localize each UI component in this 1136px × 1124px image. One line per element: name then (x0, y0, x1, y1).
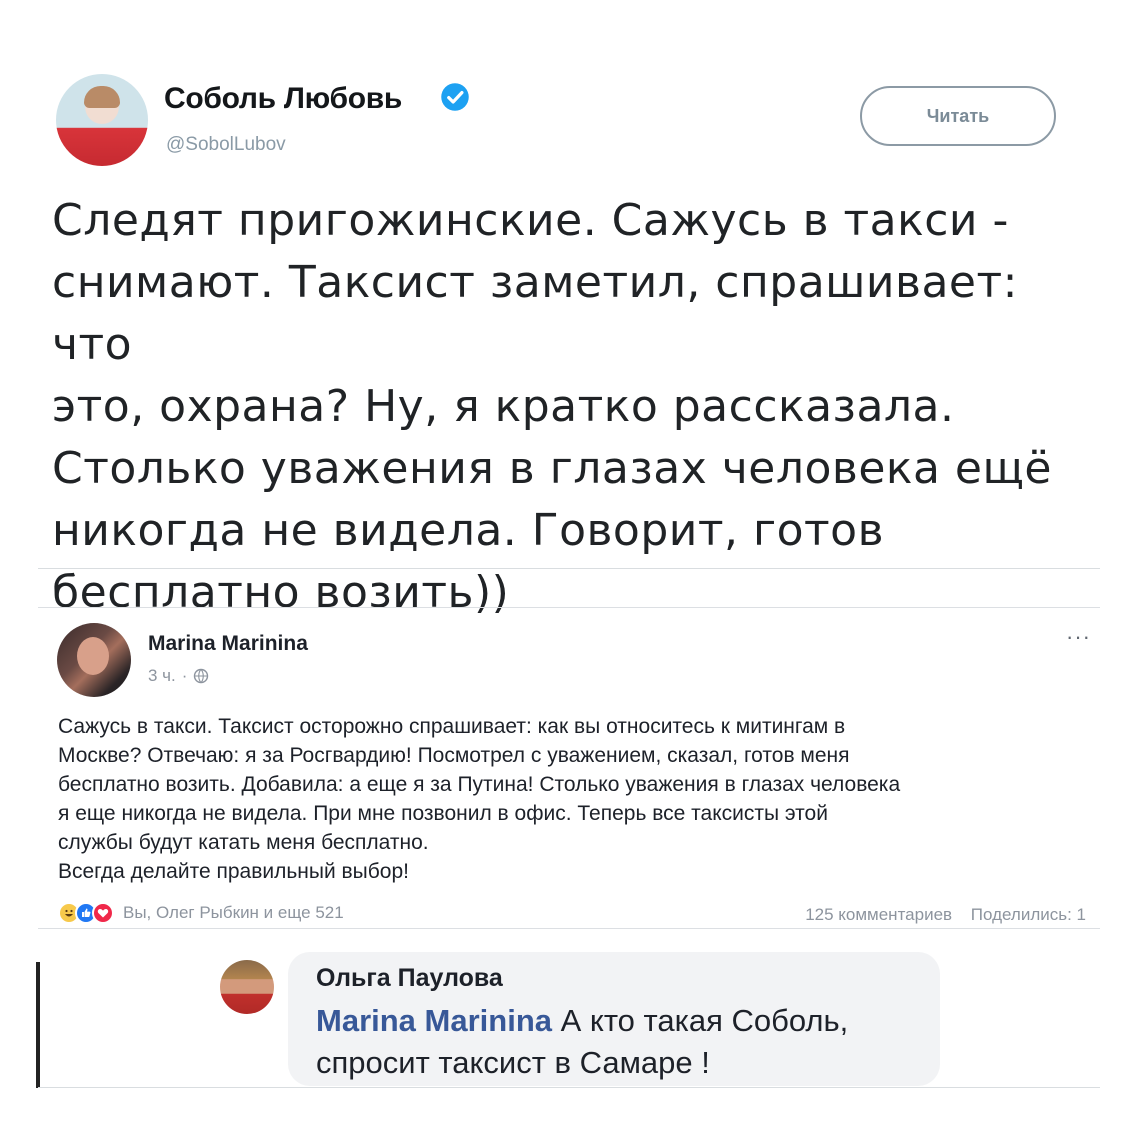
post-meta: 3 ч. · (148, 666, 209, 686)
comments-count-link[interactable]: 125 комментариев (805, 905, 952, 924)
avatar-face (77, 637, 109, 675)
tweet-text: Следят пригожинские. Сажусь в такси - сн… (52, 195, 1052, 618)
twitter-avatar[interactable] (56, 74, 148, 166)
twitter-display-name[interactable]: Соболь Любовь (164, 82, 402, 116)
post-timestamp[interactable]: 3 ч. (148, 666, 176, 686)
facebook-post: Marina Marinina 3 ч. · ··· Сажусь в такс… (38, 607, 1100, 929)
comment-author[interactable]: Ольга Паулова (316, 964, 503, 993)
globe-icon (194, 668, 209, 684)
engagement-counts: 125 комментариев Поделились: 1 (791, 905, 1086, 925)
facebook-post-text: Сажусь в такси. Таксист осторожно спраши… (58, 715, 901, 883)
bottom-divider (38, 1087, 1100, 1088)
comment-text: Marina Marinina А кто такая Соболь, спро… (316, 1000, 926, 1084)
comment-bubble: Ольга Паулова Marina Marinina А кто така… (288, 952, 940, 1086)
tweet-card: Соболь Любовь @SobolLubov Читать Следят … (38, 60, 1100, 618)
more-options-icon[interactable]: ··· (1066, 626, 1091, 648)
facebook-author-name[interactable]: Marina Marinina (148, 632, 308, 656)
twitter-handle[interactable]: @SobolLubov (166, 134, 286, 156)
love-reaction-icon (92, 902, 114, 924)
facebook-avatar[interactable] (57, 623, 131, 697)
reactions-text[interactable]: Вы, Олег Рыбкин и еще 521 (123, 903, 344, 923)
avatar-hair (84, 86, 120, 108)
section-divider (38, 568, 1100, 569)
reactions-summary[interactable]: Вы, Олег Рыбкин и еще 521 (58, 902, 344, 924)
follow-button[interactable]: Читать (860, 86, 1056, 146)
verified-badge-icon (441, 83, 469, 111)
left-border-rule (36, 962, 40, 1088)
shares-count-link[interactable]: Поделились: 1 (971, 905, 1086, 924)
commenter-avatar[interactable] (220, 960, 274, 1014)
meta-separator: · (181, 666, 188, 685)
comment-mention-link[interactable]: Marina Marinina (316, 1003, 552, 1038)
